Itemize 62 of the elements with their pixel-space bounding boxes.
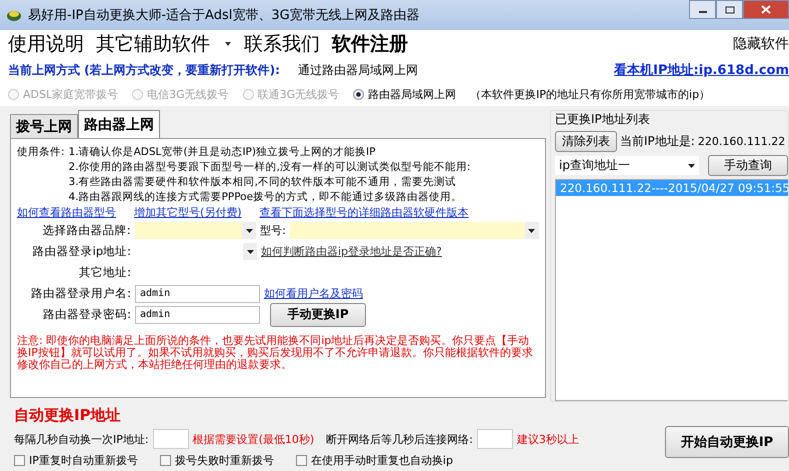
caret-icon (688, 164, 695, 168)
close-button[interactable] (743, 0, 789, 19)
interval-input[interactable] (152, 429, 189, 449)
username-input[interactable]: admin (135, 284, 260, 302)
radio-option[interactable]: 路由器局域网上网 (353, 86, 456, 102)
field-label: 其它地址: (78, 265, 131, 280)
caret-icon (246, 250, 254, 254)
check-ip-link[interactable]: 看本机IP地址:ip.618d.com (614, 61, 789, 79)
checkbox-option[interactable]: IP重复时自动重新拨号 (14, 453, 138, 468)
model-dropdown[interactable] (290, 222, 539, 239)
field-label: 断开网络后等几秒后连接网络: (326, 432, 473, 446)
warning-notice: 注意: 即使你的电脑满足上面所说的条件，也要先试用能换不同ip地址后再决定是否购买。你只要点【手动换IP按钮】就可以试用了。如果不试用就购买，购买后发现用不了不允许申请退款。你只能根据软件的要求修改你自己的上网方式，本站拒绝任何理由的退款要求。 (17, 335, 534, 371)
condition-text: 4.路由器跟网线的连接方式需要PPPoe拨号的方式，即不能通过多级路由器使用。 (68, 190, 464, 205)
help-link[interactable]: 如何查看路由器型号 (17, 205, 116, 220)
caret-icon (246, 228, 253, 232)
connection-mode-label: 当前上网方式 (若上网方式改变，要重新打开软件): (8, 62, 280, 78)
window-title: 易好用-IP自动更换大师-适合于Adsl宽带、3G宽带无线上网及路由器 (28, 7, 420, 24)
condition-text: 3.有些路由器需要硬件和软件版本相同,不同的软件版本可能不通用，需要先测试 (68, 175, 457, 190)
checkbox-option[interactable]: 在使用手动时重复也自动换ip (296, 453, 453, 468)
help-link[interactable]: 如何判断路由器ip登录地址是否正确? (261, 244, 442, 259)
brand-dropdown[interactable] (134, 222, 256, 239)
hint-text: 建议3秒以上 (516, 432, 579, 446)
manual-query-button[interactable]: 手动查询 (708, 155, 788, 176)
wait-input[interactable] (476, 429, 513, 449)
group-title: 已更换IP地址列表 (555, 111, 788, 128)
maximize-button[interactable] (716, 0, 743, 19)
query-source-dropdown[interactable]: ip查询地址一 (555, 156, 699, 175)
tab[interactable]: 路由器上网 (78, 110, 160, 138)
help-link[interactable]: 查看下面选择型号的详细路由器软硬件版本 (260, 205, 469, 220)
radio-note: （本软件更换IP的地址只有你所用宽带城市的ip） (470, 86, 710, 102)
manual-change-ip-button[interactable]: 手动更换IP (270, 302, 366, 326)
hide-software-link[interactable]: 隐藏软件 (733, 35, 789, 53)
condition-text: 1.请确认你是ADSL宽带(并且是动态IP)独立拨号上网的才能换IP (68, 145, 376, 160)
caret-icon (528, 228, 536, 232)
minimize-button[interactable] (689, 0, 716, 19)
maximize-icon (724, 6, 734, 14)
hint-text: 根据需要设置(最低10秒) (192, 432, 314, 446)
condition-text: 2.你使用的路由器型号要跟下面型号一样的,没有一样的可以测试类似型号能不能用: (68, 160, 470, 175)
field-label: 路由器登录密码: (42, 307, 131, 322)
current-ip-value: 220.160.111.22 (698, 135, 786, 148)
field-label: 选择路由器品牌: (42, 223, 131, 238)
tab[interactable]: 拨号上网 (10, 114, 78, 138)
menu-item[interactable]: 其它辅助软件 (96, 31, 232, 57)
conditions-label: 使用条件: (17, 145, 66, 160)
checkbox-option[interactable]: 拨号失败时重新拨号 (160, 453, 274, 468)
help-link[interactable]: 如何看用户名及密码 (264, 286, 363, 301)
close-icon (761, 5, 771, 14)
password-input[interactable]: admin (135, 306, 260, 324)
menu-item[interactable]: 软件注册 (332, 31, 408, 57)
section-title: 自动更换IP地址 (14, 406, 122, 425)
field-label: 每隔几秒自动换一次IP地址: (14, 432, 149, 446)
connection-mode-value: 通过路由器局域网上网 (298, 62, 418, 78)
caret-icon (224, 41, 232, 47)
help-link[interactable]: 增加其它型号(另付费) (134, 205, 242, 220)
field-label: 型号: (260, 223, 286, 238)
field-label: 路由器登录用户名: (30, 286, 131, 301)
menu-item[interactable]: 联系我们 (244, 31, 320, 57)
field-label: 路由器登录ip地址: (32, 244, 131, 259)
clear-list-button[interactable]: 清除列表 (555, 131, 617, 152)
menu-item[interactable]: 使用说明 (8, 31, 84, 57)
start-auto-change-button[interactable]: 开始自动更换IP (665, 426, 789, 458)
current-ip-label: 当前IP地址是: (620, 133, 695, 150)
